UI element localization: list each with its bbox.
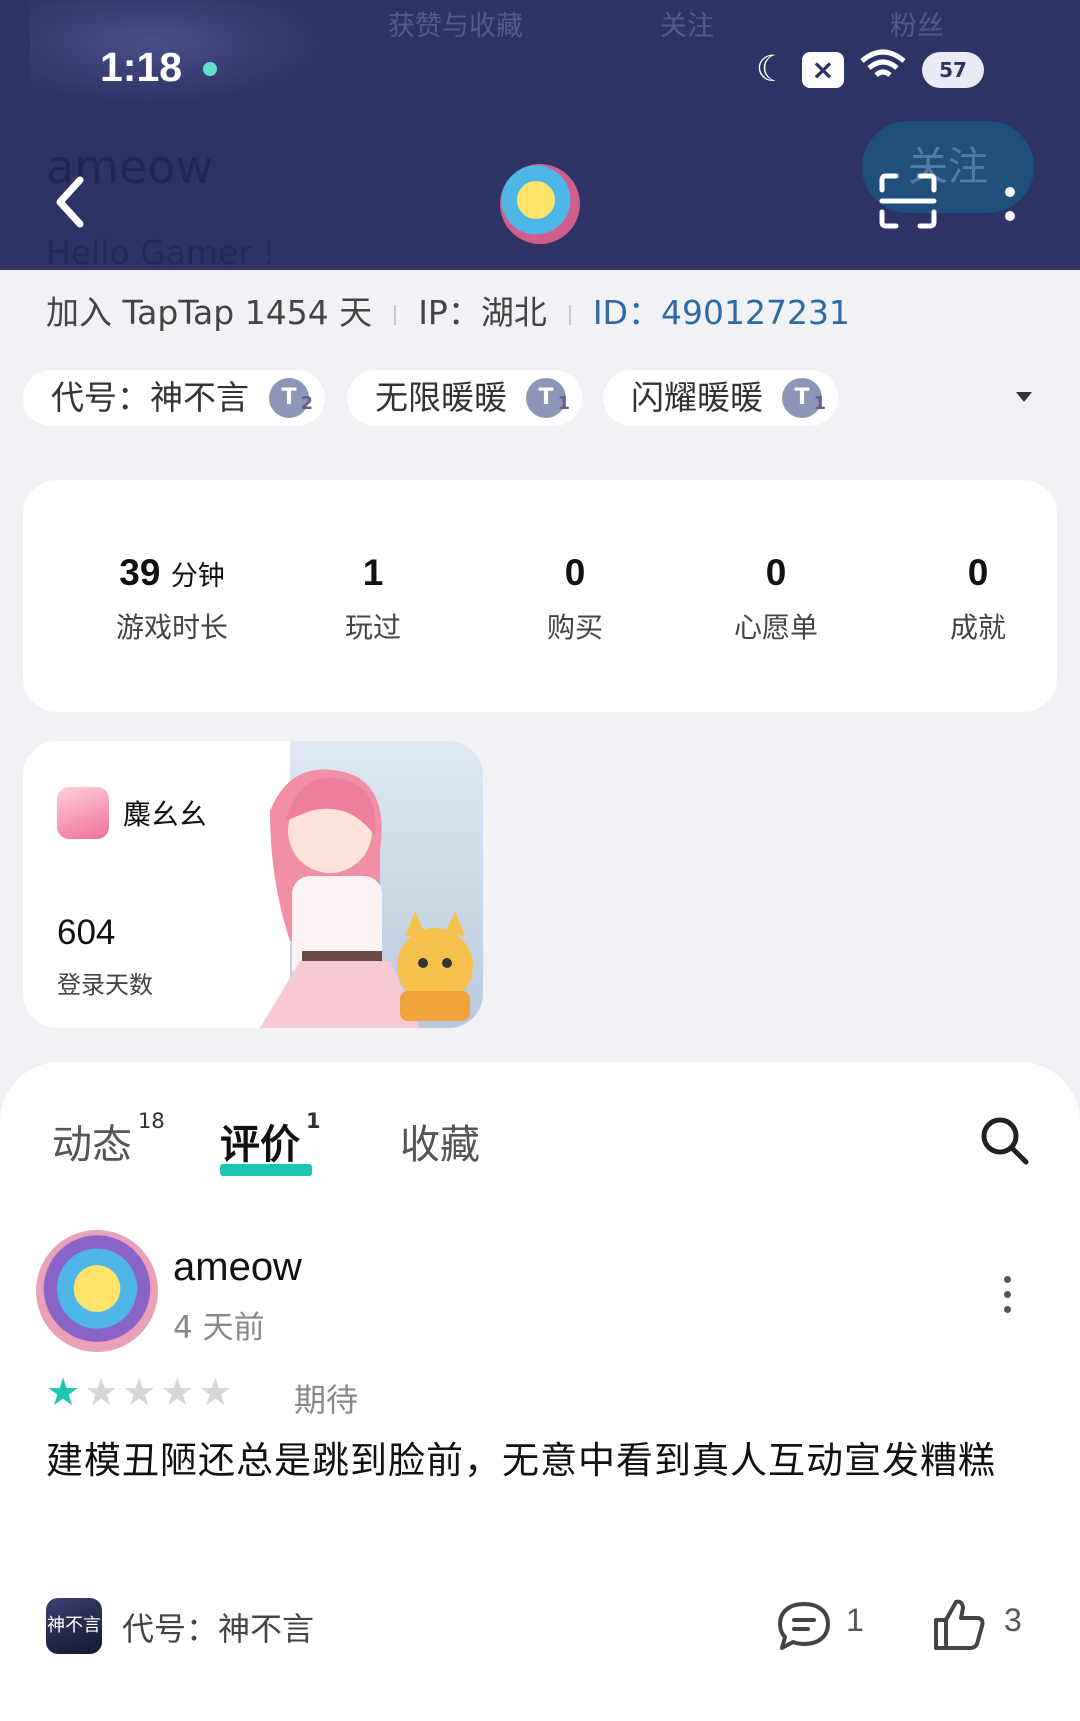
tab-reviews[interactable]: 评价1	[220, 1108, 321, 1170]
star-empty-icon: ★	[84, 1370, 123, 1414]
tab-label: 收藏	[400, 1122, 480, 1168]
level-badge-icon: T1	[782, 378, 826, 418]
active-tab-indicator	[220, 1164, 312, 1176]
reviewed-game-name[interactable]: 代号：神不言	[122, 1604, 314, 1650]
star-filled-icon: ★	[46, 1370, 85, 1414]
followers-label: 粉丝	[890, 11, 944, 42]
stat-label: 游戏时长	[115, 611, 228, 644]
header-avatar[interactable]	[500, 164, 580, 244]
more-dot-icon	[1005, 187, 1015, 197]
stat-label: 心愿单	[733, 611, 818, 644]
post-more-button[interactable]	[1000, 1276, 1014, 1316]
profile-meta: 加入 TapTap 1454 天 IP：湖北 ID：490127231	[46, 286, 850, 334]
tab-label: 评价	[220, 1122, 300, 1168]
star-empty-icon: ★	[198, 1370, 237, 1414]
more-dot-icon	[1003, 1291, 1011, 1298]
battery-icon: 57	[922, 52, 984, 88]
game-chip[interactable]: 无限暖暖 T1	[347, 370, 582, 426]
review-body[interactable]: 建模丑陋还总是跳到脸前，无意中看到真人互动宣发糟糕	[46, 1430, 1036, 1492]
post-author-avatar[interactable]	[36, 1230, 158, 1352]
more-options-button[interactable]	[1000, 182, 1020, 228]
more-dot-icon	[1005, 211, 1015, 221]
content-panel: 动态18 评价1 收藏 ameow 4 天前 ★★★★★ 期待 建模丑陋还总是跳…	[0, 1062, 1080, 1721]
tab-count: 1	[306, 1108, 321, 1133]
stat-unit: 分钟	[170, 561, 225, 591]
game-record-card[interactable]: 麋幺幺 604 登录天数	[23, 741, 483, 1028]
search-button[interactable]	[978, 1114, 1030, 1166]
ip-location: IP：湖北	[418, 293, 547, 332]
status-icons: ☾ × 57	[756, 48, 984, 92]
scan-icon	[879, 173, 937, 229]
tab-label: 动态	[52, 1122, 132, 1168]
stat-value: 0	[765, 552, 787, 593]
level-badge-icon: T1	[526, 378, 570, 418]
divider	[568, 304, 571, 325]
profile-header: 获赞与收藏 关注 粉丝 1:18 ☾ × 57 ameow Hello Game…	[0, 0, 1080, 270]
scan-button[interactable]	[878, 172, 938, 230]
following-label: 关注	[660, 11, 714, 42]
thumbs-up-icon	[934, 1599, 985, 1650]
more-dot-icon	[1003, 1306, 1011, 1313]
close-box-icon: ×	[802, 52, 844, 88]
stat-wishlist[interactable]: 0 心愿单	[676, 552, 876, 646]
user-id[interactable]: ID：490127231	[593, 293, 850, 332]
header-stats-labels: 获赞与收藏 关注 粉丝	[0, 4, 1080, 44]
game-chip[interactable]: 代号：神不言 T2	[23, 370, 325, 426]
level-badge-icon: T2	[269, 378, 313, 418]
search-icon	[981, 1117, 1029, 1165]
content-tabs: 动态18 评价1 收藏	[0, 1108, 1080, 1172]
moon-icon: ☾	[755, 49, 788, 90]
stat-played[interactable]: 1 玩过	[273, 552, 473, 646]
reviewed-game-icon[interactable]: 神不言	[46, 1598, 102, 1654]
game-chip-label: 无限暖暖	[375, 378, 507, 417]
joined-days: 加入 TapTap 1454 天	[46, 293, 373, 332]
game-chip-label: 闪耀暖暖	[631, 378, 763, 417]
stat-value: 1	[362, 552, 384, 593]
stats-card: 39 分钟 游戏时长 1 玩过 0 购买 0 心愿单 0 成就	[23, 480, 1057, 712]
status-time: 1:18	[100, 44, 183, 90]
wifi-icon	[858, 47, 908, 94]
more-dot-icon	[1003, 1276, 1011, 1283]
stat-value: 0	[564, 552, 586, 593]
stat-label: 购买	[546, 611, 603, 644]
back-button[interactable]	[48, 172, 92, 232]
post-timestamp: 4 天前	[173, 1310, 265, 1346]
tab-activity[interactable]: 动态18	[52, 1108, 165, 1170]
comment-button[interactable]	[776, 1600, 832, 1652]
game-icon	[57, 787, 109, 839]
likes-favorites-label: 获赞与收藏	[388, 11, 523, 42]
stat-label: 成就	[949, 611, 1006, 644]
stat-label: 玩过	[344, 611, 401, 644]
expand-caret-icon[interactable]	[1016, 392, 1032, 402]
stat-playtime[interactable]: 39 分钟 游戏时长	[72, 552, 272, 646]
stat-value: 0	[967, 552, 989, 593]
game-character-art	[260, 741, 483, 1028]
game-name: 麋幺幺	[123, 798, 208, 831]
game-chip[interactable]: 闪耀暖暖 T1	[603, 370, 838, 426]
login-days-label: 登录天数	[57, 971, 153, 999]
login-days-value: 604	[57, 913, 116, 952]
like-count: 3	[1004, 1602, 1022, 1638]
post-author-name[interactable]: ameow	[173, 1245, 302, 1290]
game-chip-label: 代号：神不言	[51, 378, 249, 417]
notification-dot-icon	[203, 62, 217, 76]
tab-favorites[interactable]: 收藏	[400, 1112, 480, 1170]
stat-achievements[interactable]: 0 成就	[878, 552, 1078, 646]
tab-count: 18	[138, 1108, 165, 1133]
rating-stars: ★★★★★	[46, 1370, 236, 1414]
comment-icon	[778, 1602, 830, 1650]
comment-count: 1	[846, 1602, 864, 1638]
stat-value: 39	[119, 552, 161, 593]
stat-purchased[interactable]: 0 购买	[475, 552, 675, 646]
star-empty-icon: ★	[160, 1370, 199, 1414]
chevron-left-icon	[56, 176, 84, 228]
divider	[394, 304, 397, 325]
like-button[interactable]	[932, 1596, 986, 1652]
rating-label: 期待	[294, 1381, 359, 1419]
header-bio: Hello Gamer !	[46, 233, 276, 270]
star-empty-icon: ★	[122, 1370, 161, 1414]
